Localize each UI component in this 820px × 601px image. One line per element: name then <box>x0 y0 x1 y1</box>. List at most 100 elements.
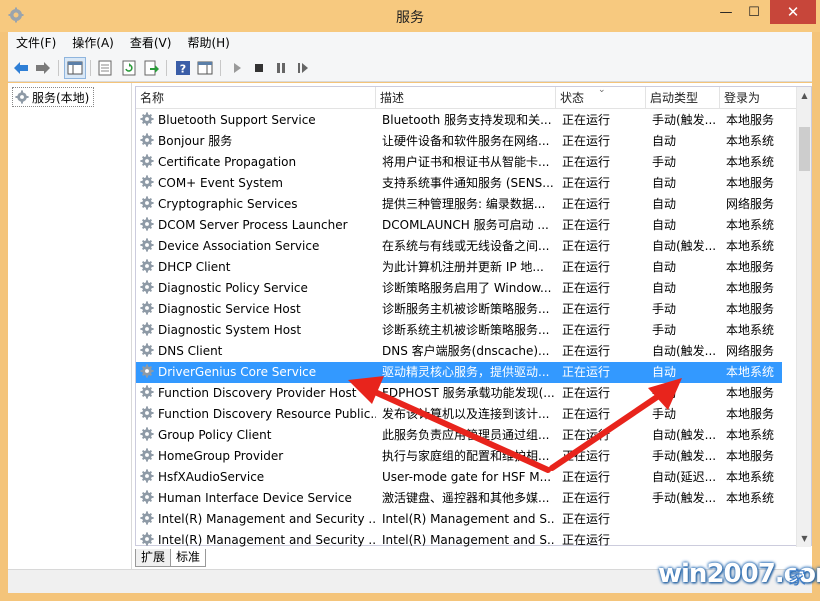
service-startup-type: 自动(触发... <box>652 428 717 442</box>
list-item[interactable]: Function Discovery Provider Host FDPHOST… <box>136 383 782 404</box>
menu-view[interactable]: 查看(V) <box>122 32 180 54</box>
toolbar-separator <box>90 60 91 76</box>
service-logon-as: 本地系统 <box>726 218 775 232</box>
service-logon-as: 本地系统 <box>726 155 775 169</box>
tab-extended[interactable]: 扩展 <box>135 549 172 567</box>
service-description: 此服务负责应用管理员通过组... <box>382 428 550 442</box>
start-service-button[interactable] <box>228 59 246 77</box>
list-item[interactable]: Cryptographic Services 提供三种管理服务: 编录数据...… <box>136 194 782 215</box>
menu-action[interactable]: 操作(A) <box>64 32 122 54</box>
watermark-suffix: 家 <box>788 568 806 589</box>
service-status: 正在运行 <box>562 428 611 442</box>
maximize-button[interactable]: ☐ <box>740 0 768 24</box>
service-status: 正在运行 <box>562 260 611 274</box>
service-status: 正在运行 <box>562 365 611 379</box>
menu-help[interactable]: 帮助(H) <box>179 32 237 54</box>
show-hide-tree-button[interactable] <box>64 57 86 79</box>
tree-item-services-local[interactable]: 服务(本地) <box>12 87 95 107</box>
watermark-logo: win2007.com 家 <box>652 557 820 595</box>
list-item[interactable]: Device Association Service 在系统与有线或无线设备之间… <box>136 236 782 257</box>
list-item[interactable]: HsfXAudioService User-mode gate for HSF … <box>136 467 782 488</box>
list-item[interactable]: Intel(R) Management and Security ... Int… <box>136 530 782 547</box>
service-logon-as: 本地服务 <box>726 386 775 400</box>
scroll-down-icon[interactable]: ▼ <box>797 530 812 547</box>
service-startup-type: 自动 <box>652 197 677 211</box>
console-tree: 服务(本地) <box>8 83 132 569</box>
close-button[interactable]: ✕ <box>770 0 816 24</box>
list-item[interactable]: Diagnostic Service Host 诊断服务主机被诊断策略服务...… <box>136 299 782 320</box>
back-button[interactable] <box>12 59 30 77</box>
export-list-button[interactable] <box>142 59 160 77</box>
service-description: 将用户证书和根证书从智能卡... <box>382 155 550 169</box>
help-button[interactable]: ? <box>174 59 192 77</box>
list-item[interactable]: DHCP Client 为此计算机注册并更新 IP 地... 正在运行 自动 本… <box>136 257 782 278</box>
list-item[interactable]: Diagnostic Policy Service 诊断策略服务启用了 Wind… <box>136 278 782 299</box>
column-header-description[interactable]: 描述 <box>376 87 556 109</box>
service-startup-type: 自动(触发... <box>652 344 717 358</box>
toolbar-separator <box>220 60 221 76</box>
scroll-thumb[interactable] <box>799 127 810 171</box>
service-description: DCOMLAUNCH 服务可启动 ... <box>382 218 549 232</box>
service-description: 激活键盘、遥控器和其他多媒... <box>382 491 550 505</box>
service-logon-as <box>726 530 786 547</box>
window-title: 服务 <box>396 10 424 26</box>
service-status: 正在运行 <box>562 533 611 547</box>
properties-button[interactable] <box>96 59 114 77</box>
gear-icon <box>140 280 154 294</box>
gear-icon <box>140 511 154 525</box>
pause-icon <box>277 63 285 73</box>
list-item[interactable]: DNS Client DNS 客户端服务(dnscache)... 正在运行 自… <box>136 341 782 362</box>
service-description: DNS 客户端服务(dnscache)... <box>382 344 550 358</box>
sort-caret-icon: ⌄ <box>598 85 606 95</box>
menu-file[interactable]: 文件(F) <box>8 32 64 54</box>
list-item[interactable]: Intel(R) Management and Security ... Int… <box>136 509 782 530</box>
list-item[interactable]: Diagnostic System Host 诊断系统主机被诊断策略服务... … <box>136 320 782 341</box>
list-item-selected[interactable]: DriverGenius Core Service 驱动精灵核心服务，提供驱动.… <box>136 362 782 383</box>
minimize-button[interactable]: — <box>712 0 740 24</box>
list-item[interactable]: COM+ Event System 支持系统事件通知服务 (SENS... 正在… <box>136 173 782 194</box>
column-header-startup-type[interactable]: 启动类型 <box>646 87 720 109</box>
service-logon-as: 本地系统 <box>726 428 775 442</box>
pause-service-button[interactable] <box>272 59 290 77</box>
tab-standard[interactable]: 标准 <box>170 549 207 567</box>
service-description: 驱动精灵核心服务，提供驱动... <box>382 365 550 379</box>
list-item[interactable]: Human Interface Device Service 激活键盘、遥控器和… <box>136 488 782 509</box>
list-item[interactable]: HomeGroup Provider 执行与家庭组的配置和维护相... 正在运行… <box>136 446 782 467</box>
vertical-scrollbar[interactable]: ▲ ▼ <box>796 87 811 547</box>
title-bar[interactable]: 服务 — ☐ ✕ <box>0 0 820 32</box>
list-item[interactable]: Bonjour 服务 让硬件设备和软件服务在网络... 正在运行 自动 本地系统 <box>136 131 782 152</box>
service-description: 发布该计算机以及连接到该计... <box>382 407 550 421</box>
list-item[interactable]: Bluetooth Support Service Bluetooth 服务支持… <box>136 110 782 131</box>
list-item[interactable]: Certificate Propagation 将用户证书和根证书从智能卡...… <box>136 152 782 173</box>
service-startup-type: 手动 <box>652 386 677 400</box>
service-status: 正在运行 <box>562 407 611 421</box>
service-name: Diagnostic Service Host <box>158 302 301 316</box>
list-rows: Bluetooth Support Service Bluetooth 服务支持… <box>136 110 796 547</box>
service-startup-type: 自动 <box>652 218 677 232</box>
column-header-name[interactable]: 名称 <box>136 87 376 109</box>
service-startup-type: 手动 <box>652 323 677 337</box>
service-logon-as: 本地服务 <box>726 302 775 316</box>
service-name: DNS Client <box>158 344 223 358</box>
restart-service-button[interactable] <box>294 59 312 77</box>
gear-icon <box>140 217 154 231</box>
list-item[interactable]: Group Policy Client 此服务负责应用管理员通过组... 正在运… <box>136 425 782 446</box>
refresh-button[interactable] <box>120 59 138 77</box>
service-description: 让硬件设备和软件服务在网络... <box>382 134 550 148</box>
show-action-pane-button[interactable] <box>196 59 214 77</box>
service-startup-type: 手动 <box>652 155 677 169</box>
list-item[interactable]: DCOM Server Process Launcher DCOMLAUNCH … <box>136 215 782 236</box>
service-status: 正在运行 <box>562 386 611 400</box>
scroll-up-icon[interactable]: ▲ <box>797 87 812 104</box>
service-startup-type <box>652 509 718 530</box>
gear-icon <box>15 90 29 104</box>
stop-service-button[interactable] <box>250 59 268 77</box>
column-header-logon-as[interactable]: 登录为 <box>720 87 796 109</box>
forward-button[interactable] <box>34 59 52 77</box>
service-name: Cryptographic Services <box>158 197 298 211</box>
service-name: Device Association Service <box>158 239 320 253</box>
service-description: 在系统与有线或无线设备之间... <box>382 239 550 253</box>
gear-icon <box>140 175 154 189</box>
list-item[interactable]: Function Discovery Resource Public... 发布… <box>136 404 782 425</box>
service-status: 正在运行 <box>562 491 611 505</box>
